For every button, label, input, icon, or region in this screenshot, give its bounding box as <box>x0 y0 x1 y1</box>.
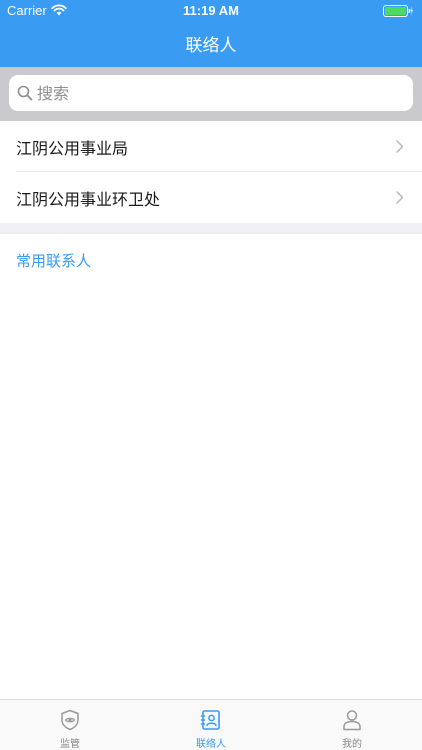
list-item[interactable]: 江阴公用事业环卫处 <box>0 172 422 223</box>
contact-group-list: 江阴公用事业局 江阴公用事业环卫处 <box>0 121 422 223</box>
status-time: 11:19 AM <box>183 3 239 18</box>
navigation-bar: 联络人 <box>0 22 422 67</box>
search-input[interactable] <box>37 79 397 107</box>
list-item-label: 江阴公用事业局 <box>16 139 129 158</box>
tab-label: 联络人 <box>196 739 226 750</box>
chevron-right-icon <box>396 140 404 153</box>
tab-bar: 监管 联络人 我的 <box>0 699 422 750</box>
tab-label: 我的 <box>342 739 362 750</box>
contact-card-icon <box>200 710 220 730</box>
search-box[interactable] <box>9 75 413 111</box>
battery-icon <box>383 5 413 17</box>
tab-label: 监管 <box>60 739 80 750</box>
chevron-right-icon <box>396 191 404 204</box>
list-item-label: 江阴公用事业环卫处 <box>16 190 161 209</box>
app-header: Carrier 11:19 AM 联络人 <box>0 0 422 67</box>
frequent-contacts-heading: 常用联系人 <box>16 252 92 270</box>
search-icon <box>17 85 33 101</box>
search-bar-area <box>0 67 422 121</box>
eye-shield-icon <box>61 709 79 731</box>
tab-contacts[interactable]: 联络人 <box>141 700 281 750</box>
page-title: 联络人 <box>185 36 237 56</box>
person-icon <box>343 710 361 731</box>
contacts-screen: Carrier 11:19 AM 联络人 搜索 江阴公用事业局 江阴公用事业环卫… <box>0 0 422 750</box>
status-bar: Carrier 11:19 AM <box>0 0 422 22</box>
section-separator <box>0 223 422 234</box>
tab-supervision[interactable]: 监管 <box>0 700 140 750</box>
list-item[interactable]: 江阴公用事业局 <box>0 121 422 172</box>
tab-profile[interactable]: 我的 <box>282 700 422 750</box>
